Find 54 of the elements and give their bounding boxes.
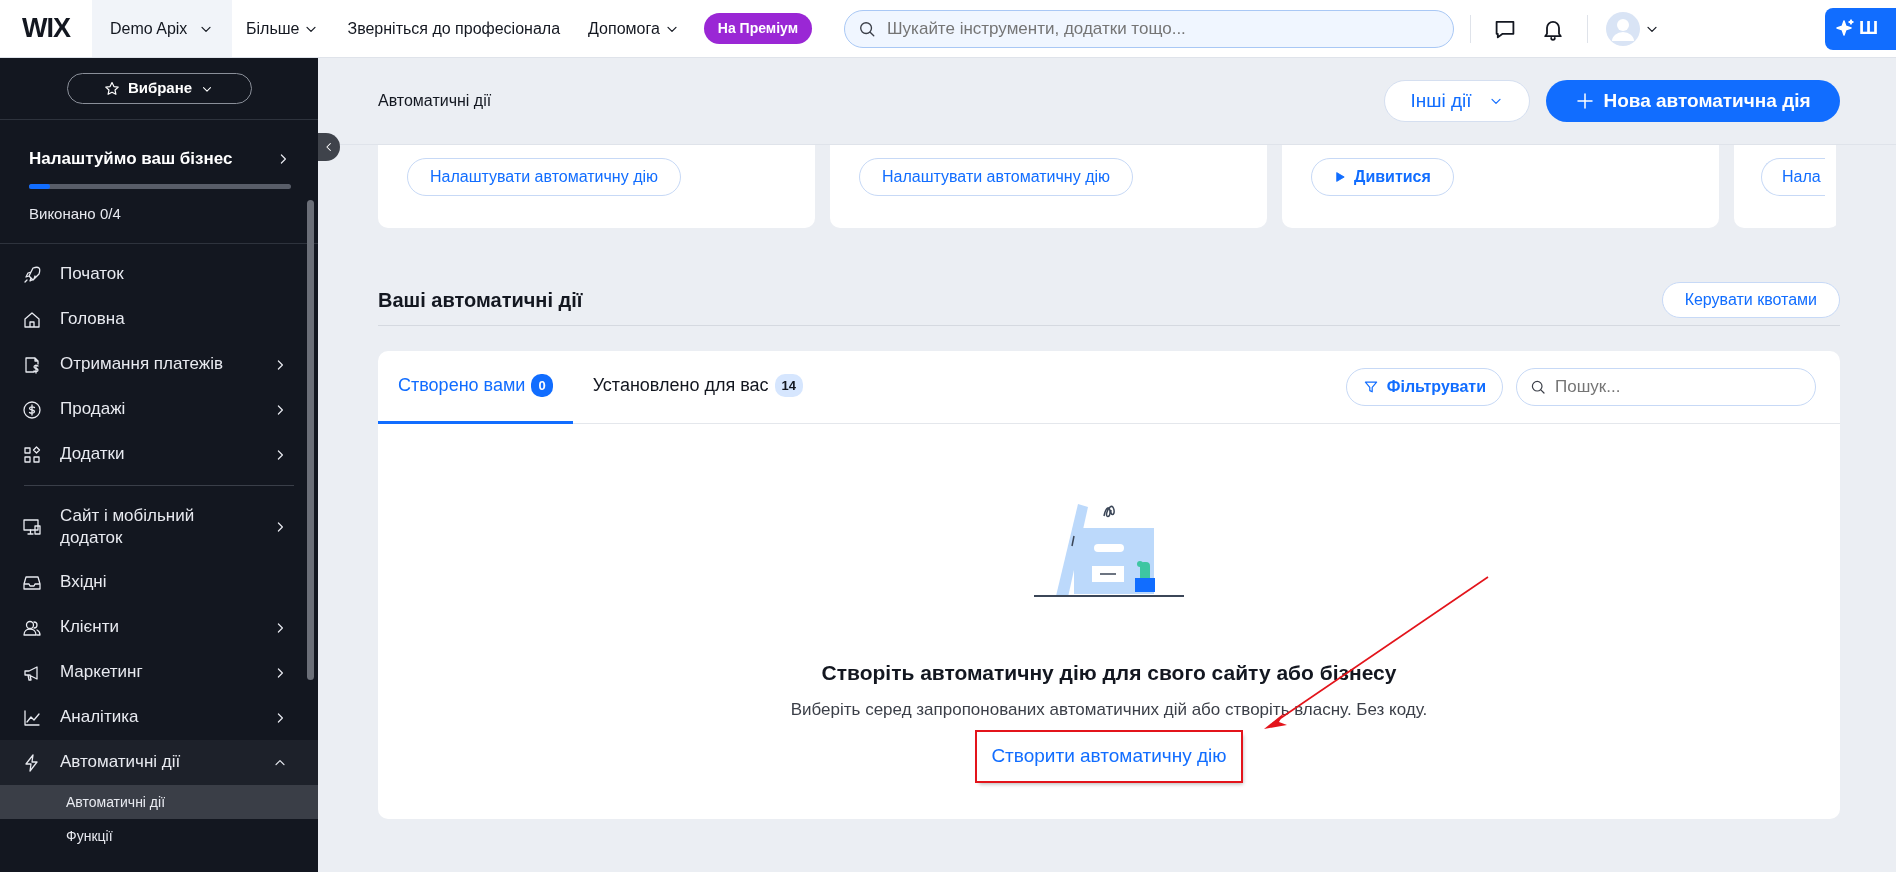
setup-automation-button[interactable]: Налаштувати автоматичну дію xyxy=(407,158,682,196)
sidebar-item[interactable]: Головна xyxy=(0,297,318,342)
new-automation-button[interactable]: Нова автоматична дія xyxy=(1546,80,1840,122)
menu-item[interactable]: Допомога xyxy=(574,16,694,41)
setup-automation-button[interactable]: Налаштувати автоматичну дію xyxy=(859,158,1134,196)
menu-item[interactable]: Зверніться до професіонала xyxy=(333,16,575,41)
sidebar-item[interactable]: Початок xyxy=(0,252,318,297)
count-badge: 0 xyxy=(531,373,553,398)
manage-quotas-button[interactable]: Керувати квотами xyxy=(1661,282,1840,318)
count-badge: 14 xyxy=(774,373,804,398)
empty-state-text: Виберіть серед запропонованих автоматичних дій або створіть власну. Без коду. xyxy=(790,698,1428,721)
section-title: Ваші автоматичні дії xyxy=(378,288,583,313)
tab[interactable]: Створено вами 0 xyxy=(378,350,573,424)
watch-button[interactable]: Дивитися xyxy=(1311,158,1454,196)
search-icon xyxy=(1530,379,1546,395)
upgrade-badge[interactable]: На Преміум xyxy=(703,13,813,44)
sidebar-item[interactable]: Вхідні xyxy=(0,560,318,605)
sidebar-item[interactable]: Сайт і мобільний додаток xyxy=(0,494,318,560)
play-icon xyxy=(1334,171,1346,183)
sidebar-item[interactable]: Аналітика xyxy=(0,695,318,740)
scrollbar[interactable] xyxy=(307,200,314,680)
star-icon xyxy=(103,80,120,97)
sidebar-item[interactable]: Додатки xyxy=(0,432,318,477)
ai-button[interactable]: Ш xyxy=(1825,7,1896,50)
setup-automation-button[interactable]: Нала xyxy=(1761,158,1825,196)
sidebar-subitem[interactable]: Функції xyxy=(0,819,318,853)
sidebar-item[interactable]: Отримання платежів xyxy=(0,342,318,387)
search-icon xyxy=(858,19,877,38)
sidebar-subitem[interactable]: Автоматичні дії xyxy=(0,785,318,819)
progress-text: Виконано 0/4 xyxy=(29,203,122,224)
menu-item[interactable]: Більше xyxy=(232,16,334,41)
apps-icon xyxy=(22,444,42,465)
devices-icon xyxy=(22,517,42,537)
sidebar-item[interactable]: Продажі xyxy=(0,387,318,432)
collapse-button[interactable] xyxy=(318,133,340,161)
site-selector[interactable]: Demo Apix xyxy=(92,0,232,57)
filter-button[interactable]: Фільтрувати xyxy=(1345,368,1503,406)
search-field[interactable]: Пошук... xyxy=(1516,368,1816,406)
create-automation-link[interactable]: Створити автоматичну дію xyxy=(977,732,1241,781)
sidebar-item[interactable]: Клієнти xyxy=(0,605,318,650)
page-title: Автоматичні дії xyxy=(378,91,492,111)
setup-title[interactable]: Налаштуймо ваш бізнес xyxy=(29,146,233,172)
sparkle-icon xyxy=(1835,18,1855,39)
search-field[interactable]: Шукайте інструменти, додатки тощо... xyxy=(844,9,1455,48)
dollar-circle-icon xyxy=(22,399,42,420)
filter-icon xyxy=(1362,379,1379,395)
rocket-icon xyxy=(22,264,42,285)
plus-icon xyxy=(1575,91,1596,111)
sidebar-item[interactable]: Автоматичні дії xyxy=(0,740,318,785)
sidebar-item[interactable]: Маркетинг xyxy=(0,650,318,695)
payment-document-icon xyxy=(22,354,42,375)
tab[interactable]: Установлено для вас 14 xyxy=(572,350,824,424)
logo: WIX xyxy=(21,12,72,46)
more-actions-button[interactable]: Інші дії xyxy=(1384,80,1530,122)
